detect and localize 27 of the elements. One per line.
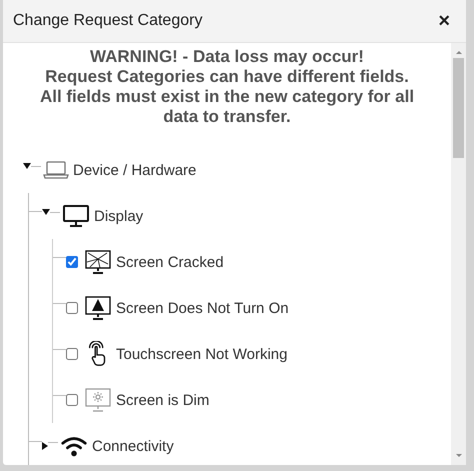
checkbox[interactable] [66, 302, 78, 314]
tree-item-label[interactable]: Screen is Dim [116, 392, 210, 408]
monitor-icon [62, 203, 90, 229]
scroll-thumb[interactable] [453, 58, 464, 158]
tree-item-label[interactable]: Touchscreen Not Working [116, 346, 288, 362]
expand-toggle[interactable] [42, 209, 50, 215]
warning-monitor-icon [84, 295, 112, 321]
checkbox[interactable] [66, 256, 78, 268]
expand-toggle[interactable] [42, 442, 48, 450]
tree-item-label[interactable]: Connectivity [92, 438, 174, 454]
tree-item-label[interactable]: Device / Hardware [73, 162, 196, 178]
scroll-up-icon[interactable] [456, 51, 462, 54]
scroll-down-icon[interactable] [456, 454, 462, 457]
dim-monitor-icon [84, 387, 112, 413]
expand-toggle[interactable] [23, 163, 31, 169]
checkbox[interactable] [66, 348, 78, 360]
close-button[interactable]: × [434, 10, 454, 32]
tree-item-label[interactable]: Screen Cracked [116, 254, 224, 270]
warning-headline: WARNING! - Data loss may occur! [89, 47, 365, 67]
warning-text: Request Categories can have different fields. All fields must exist in the new category for all data to transfer. [38, 67, 416, 127]
laptop-icon [43, 160, 69, 180]
cracked-screen-icon [84, 249, 112, 275]
dialog-title: Change Request Category [13, 12, 202, 30]
tree-item-label[interactable]: Display [94, 208, 144, 224]
scrollbar[interactable] [451, 43, 466, 465]
checkbox[interactable] [66, 394, 78, 406]
tree-item-label[interactable]: Screen Does Not Turn On [116, 300, 289, 316]
